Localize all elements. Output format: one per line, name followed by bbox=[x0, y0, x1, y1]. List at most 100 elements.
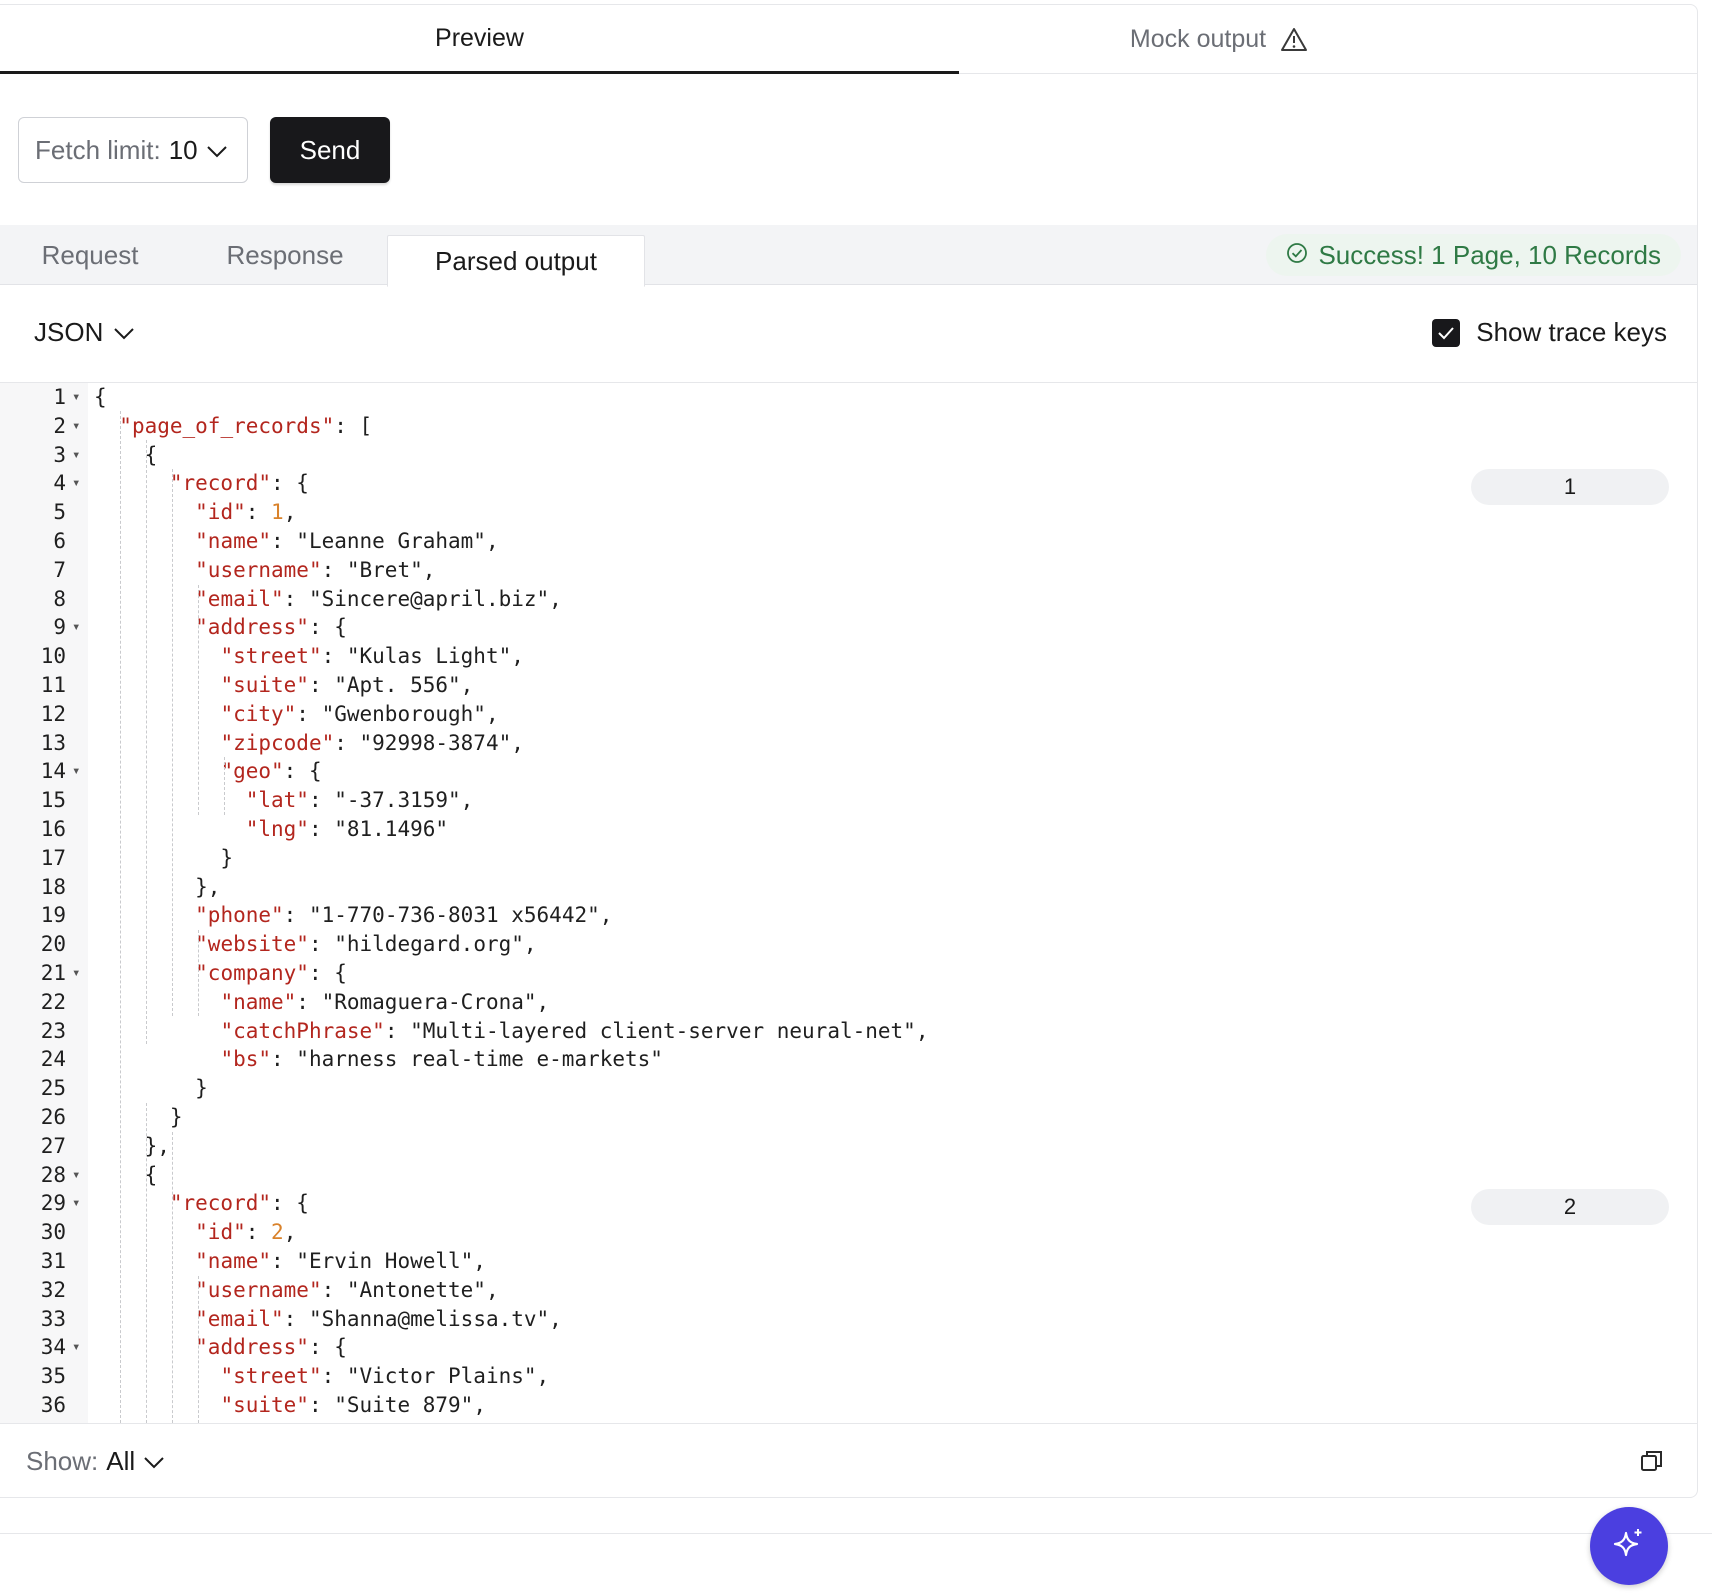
line-number: 10 bbox=[40, 644, 66, 669]
code-text: "catchPhrase": "Multi-layered client-ser… bbox=[220, 1018, 929, 1043]
show-filter-value: All bbox=[106, 1446, 136, 1476]
format-value: JSON bbox=[34, 317, 104, 347]
code-text: } bbox=[94, 1105, 183, 1129]
code-line: 30 "id": 2, bbox=[0, 1218, 1697, 1247]
fold-toggle-icon[interactable]: ▾ bbox=[72, 757, 80, 786]
line-number: 25 bbox=[40, 1076, 66, 1101]
check-circle-icon bbox=[1286, 240, 1308, 271]
code-text: "id": 1, bbox=[195, 500, 297, 525]
code-line: 5 "id": 1, bbox=[0, 498, 1697, 527]
warning-icon bbox=[1280, 27, 1308, 53]
line-number: 8 bbox=[53, 586, 66, 611]
fetch-limit-label: Fetch limit: bbox=[35, 134, 161, 165]
code-line: 31 "name": "Ervin Howell", bbox=[0, 1247, 1697, 1276]
code-text: "lng": "81.1496" bbox=[245, 817, 449, 841]
line-number: 21 bbox=[40, 961, 66, 985]
code-text: "id": 2, bbox=[195, 1220, 297, 1245]
code-line: 25 } bbox=[0, 1074, 1697, 1103]
code-text: "email": "Sincere@april.biz", bbox=[195, 586, 562, 611]
code-line: 33 "email": "Shanna@melissa.tv", bbox=[0, 1305, 1697, 1334]
code-line: 11 "suite": "Apt. 556", bbox=[0, 671, 1697, 700]
json-editor[interactable]: 1 ▾{2 ▾ "page_of_records": [3 ▾ {4 ▾ "record… bbox=[0, 383, 1697, 1423]
line-number: 19 bbox=[40, 903, 66, 928]
tab-mock-output-label: Mock output bbox=[1129, 25, 1267, 53]
tab-parsed-output[interactable]: Parsed output bbox=[387, 235, 645, 287]
code-line: 22 "name": "Romaguera-Crona", bbox=[0, 988, 1697, 1017]
indent-guide bbox=[172, 469, 173, 1016]
copy-icon[interactable] bbox=[1639, 1448, 1665, 1479]
fold-toggle-icon[interactable]: ▾ bbox=[72, 1161, 80, 1190]
line-number: 35 bbox=[40, 1364, 66, 1389]
code-line: 36 "suite": "Suite 879", bbox=[0, 1391, 1697, 1420]
line-number: 33 bbox=[40, 1306, 66, 1331]
code-text: { bbox=[94, 442, 158, 467]
code-line: 17 } bbox=[0, 844, 1697, 873]
format-select[interactable]: JSON bbox=[34, 317, 135, 348]
tab-mock-output[interactable]: Mock output bbox=[959, 5, 1479, 74]
code-line: 27 }, bbox=[0, 1132, 1697, 1161]
fold-toggle-icon[interactable]: ▾ bbox=[72, 469, 80, 498]
line-number: 28 bbox=[40, 1162, 66, 1187]
fold-toggle-icon[interactable]: ▾ bbox=[72, 441, 80, 470]
code-text: "name": "Romaguera-Crona", bbox=[220, 989, 550, 1014]
show-trace-keys-toggle[interactable]: Show trace keys bbox=[1432, 317, 1667, 348]
code-text: "page_of_records": [ bbox=[119, 413, 373, 438]
request-controls: Fetch limit: 10 Send bbox=[18, 117, 390, 183]
record-index-badge: 1 bbox=[1471, 469, 1669, 505]
line-number: 11 bbox=[40, 673, 66, 697]
line-number: 15 bbox=[40, 788, 66, 813]
status-badge: Success! 1 Page, 10 Records bbox=[1266, 234, 1681, 276]
show-filter-select[interactable]: Show: All bbox=[26, 1446, 165, 1477]
record-index-badge: 2 bbox=[1471, 1189, 1669, 1225]
line-number: 6 bbox=[53, 529, 66, 553]
tab-response[interactable]: Response bbox=[190, 225, 380, 285]
line-number: 30 bbox=[40, 1220, 66, 1245]
fetch-limit-value: 10 bbox=[168, 134, 198, 165]
line-number: 18 bbox=[40, 874, 66, 899]
code-text: "street": "Victor Plains", bbox=[220, 1364, 550, 1389]
code-line: 7 "username": "Bret", bbox=[0, 556, 1697, 585]
show-filter-label: Show: bbox=[26, 1446, 99, 1476]
code-line: 6 "name": "Leanne Graham", bbox=[0, 527, 1697, 556]
fetch-limit-select[interactable]: Fetch limit: 10 bbox=[18, 117, 248, 183]
tab-preview[interactable]: Preview bbox=[0, 5, 959, 74]
code-line: 10 "street": "Kulas Light", bbox=[0, 642, 1697, 671]
code-text: "name": "Leanne Graham", bbox=[195, 529, 499, 553]
code-line: 23 "catchPhrase": "Multi-layered client-… bbox=[0, 1017, 1697, 1046]
indent-guide bbox=[198, 1276, 199, 1423]
fold-toggle-icon[interactable]: ▾ bbox=[72, 959, 80, 988]
indent-guide bbox=[146, 1103, 147, 1423]
code-text: "suite": "Apt. 556", bbox=[220, 673, 474, 697]
line-number: 9 bbox=[53, 615, 66, 640]
fold-toggle-icon[interactable]: ▾ bbox=[72, 383, 80, 412]
tab-request[interactable]: Request bbox=[0, 225, 180, 285]
fold-toggle-icon[interactable]: ▾ bbox=[72, 412, 80, 441]
code-line: 18 }, bbox=[0, 873, 1697, 902]
send-button[interactable]: Send bbox=[270, 117, 390, 183]
line-number: 29 bbox=[40, 1191, 66, 1216]
code-text: "lat": "-37.3159", bbox=[245, 788, 474, 813]
line-number: 3 bbox=[53, 442, 66, 467]
checkbox[interactable] bbox=[1432, 318, 1461, 347]
fold-toggle-icon[interactable]: ▾ bbox=[72, 613, 80, 642]
preview-panel: Preview Mock output Fetch limit: 10 Send… bbox=[0, 4, 1698, 1498]
code-line: 34 ▾ "address": { bbox=[0, 1333, 1697, 1362]
line-number: 1 bbox=[53, 385, 66, 409]
code-text: } bbox=[94, 1076, 208, 1101]
code-line: 24 "bs": "harness real-time e-markets" bbox=[0, 1045, 1697, 1074]
code-line: 21 ▾ "company": { bbox=[0, 959, 1697, 988]
code-text: }, bbox=[94, 1133, 170, 1158]
line-number: 20 bbox=[40, 932, 66, 957]
code-text: "website": "hildegard.org", bbox=[195, 932, 537, 957]
line-number: 27 bbox=[40, 1133, 66, 1158]
indent-guide bbox=[224, 757, 225, 815]
code-text: "geo": { bbox=[220, 759, 322, 784]
code-text: { bbox=[94, 1162, 158, 1187]
ai-assistant-button[interactable] bbox=[1590, 1507, 1668, 1585]
fold-toggle-icon[interactable]: ▾ bbox=[72, 1189, 80, 1218]
code-text: "bs": "harness real-time e-markets" bbox=[220, 1047, 663, 1072]
code-text: "record": { bbox=[169, 471, 309, 496]
fold-toggle-icon[interactable]: ▾ bbox=[72, 1333, 80, 1362]
code-text: "suite": "Suite 879", bbox=[220, 1393, 486, 1417]
code-line: 12 "city": "Gwenborough", bbox=[0, 700, 1697, 729]
